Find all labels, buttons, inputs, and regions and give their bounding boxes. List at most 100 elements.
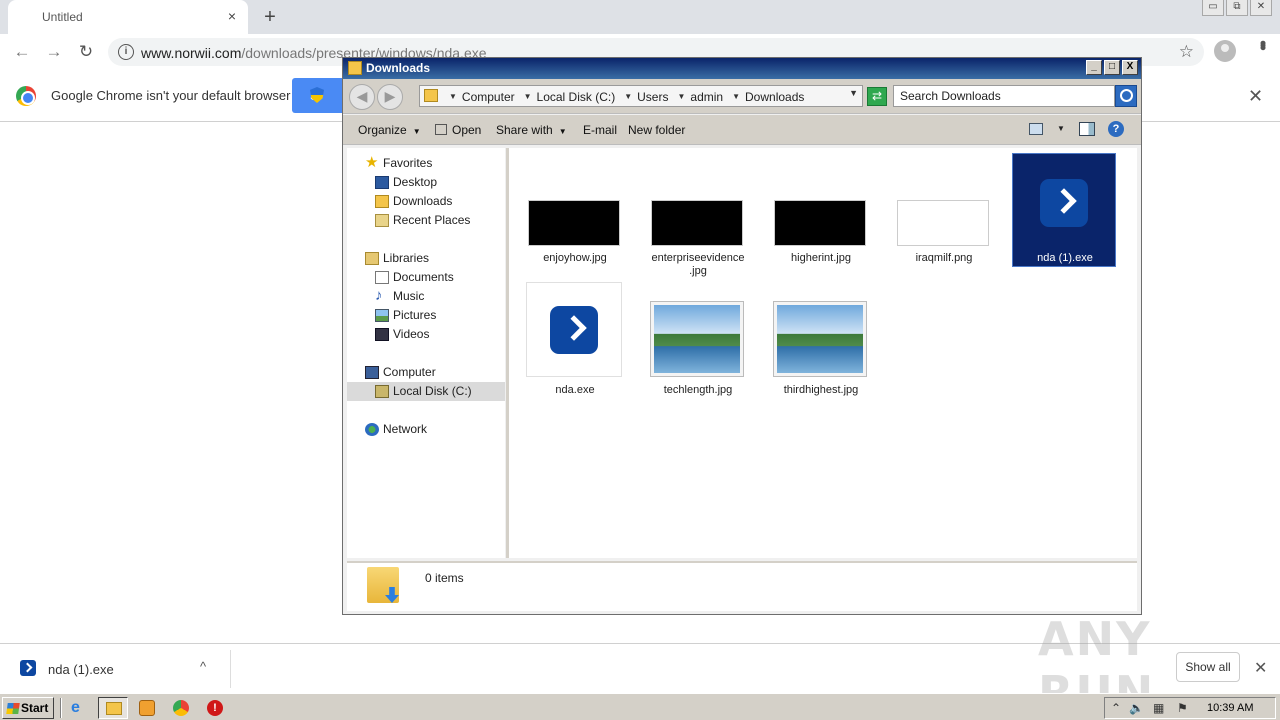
clock[interactable]: 10:39 AM — [1207, 702, 1253, 714]
nav-network[interactable]: Network — [347, 420, 505, 439]
search-icon[interactable] — [1115, 85, 1137, 107]
start-button[interactable]: Start — [2, 697, 54, 719]
email-button[interactable]: E-mail — [583, 123, 617, 137]
explorer-window-buttons: _ □ X — [1086, 60, 1138, 75]
pictures-icon — [375, 309, 389, 322]
explorer-forward-icon[interactable]: ▶ — [377, 84, 403, 110]
site-info-icon[interactable]: i — [118, 44, 134, 60]
file-item[interactable]: iraqmilf.png — [892, 154, 996, 284]
item-count: 0 items — [425, 571, 464, 585]
taskbar-media-player[interactable] — [132, 697, 162, 719]
back-arrow-icon[interactable]: ← — [10, 40, 34, 64]
desktop-icon — [375, 176, 389, 189]
file-item[interactable]: nda.exe — [523, 282, 627, 412]
nav-documents[interactable]: Documents — [347, 268, 505, 287]
open-button[interactable]: Open — [435, 123, 481, 137]
nav-favorites[interactable]: ★ Favorites — [347, 154, 505, 173]
tab-strip: Untitled × + ▭ ⧉ ✕ — [0, 0, 1280, 34]
explorer-title-bar[interactable]: Downloads _ □ X — [343, 58, 1141, 79]
view-dropdown-icon[interactable]: ▼ — [1057, 124, 1065, 133]
change-view-icon[interactable] — [1029, 123, 1043, 135]
file-name-line-1: enterpriseevidence — [651, 252, 745, 264]
breadcrumb-arrow-icon[interactable]: ▼ — [727, 90, 745, 104]
address-history-dropdown-icon[interactable]: ▼ — [849, 88, 858, 98]
chrome-menu-icon[interactable]: ••• — [1252, 40, 1273, 47]
divider — [230, 650, 231, 688]
explorer-close-button[interactable]: X — [1122, 60, 1138, 75]
nav-videos[interactable]: Videos — [347, 325, 505, 344]
app-chevron-icon — [1040, 179, 1088, 227]
breadcrumb-arrow-icon[interactable]: ▼ — [519, 90, 537, 104]
nav-desktop[interactable]: Desktop — [347, 173, 505, 192]
breadcrumb-users[interactable]: Users — [637, 90, 672, 104]
minimize-button[interactable]: ▭ — [1202, 0, 1224, 16]
nav-recent-places[interactable]: Recent Places — [347, 211, 505, 230]
new-folder-button[interactable]: New folder — [628, 123, 685, 137]
forward-arrow-icon[interactable]: → — [42, 40, 66, 64]
download-file-name[interactable]: nda (1).exe — [48, 662, 114, 677]
file-item[interactable]: thirdhighest.jpg — [769, 282, 873, 412]
explorer-address-bar[interactable]: ▼ Computer ▼ Local Disk (C:) ▼ Users ▼ a… — [419, 85, 863, 107]
reload-icon[interactable]: ↻ — [74, 40, 98, 64]
tab-title: Untitled — [42, 10, 83, 24]
browser-tab[interactable]: Untitled × — [8, 0, 248, 34]
nav-videos-label: Videos — [393, 327, 430, 341]
navigation-pane: ★ Favorites Desktop Downloads Recent Pla… — [347, 148, 505, 558]
libraries-icon — [365, 252, 379, 265]
explorer-back-icon[interactable]: ◀ — [349, 84, 375, 110]
preview-pane-icon[interactable] — [1079, 122, 1095, 136]
breadcrumb-computer[interactable]: Computer — [462, 90, 519, 104]
taskbar: Start e ! ⌃ 🔈 ▦ ⚑ 10:39 AM — [0, 693, 1280, 720]
image-thumbnail — [897, 200, 989, 246]
nav-computer[interactable]: Computer — [347, 363, 505, 382]
app-chevron-icon — [550, 306, 598, 354]
network-tray-icon[interactable]: ▦ — [1153, 701, 1164, 715]
breadcrumb-admin[interactable]: admin — [690, 90, 727, 104]
bookmark-star-icon[interactable]: ☆ — [1179, 42, 1194, 62]
share-with-button[interactable]: Share with ▼ — [496, 123, 567, 137]
breadcrumb-arrow-icon[interactable]: ▼ — [619, 90, 637, 104]
folder-icon — [348, 61, 362, 75]
action-center-flag-icon[interactable]: ⚑ — [1177, 701, 1188, 715]
file-item-selected[interactable]: nda (1).exe — [1012, 153, 1116, 267]
close-window-button[interactable]: ✕ — [1250, 0, 1272, 16]
file-item[interactable]: enterpriseevidence .jpg — [646, 154, 750, 284]
file-item[interactable]: higherint.jpg — [769, 154, 873, 284]
refresh-icon[interactable]: ⇄ — [867, 87, 887, 106]
taskbar-chrome[interactable] — [166, 697, 196, 719]
close-infobar-icon[interactable]: ✕ — [1248, 86, 1263, 107]
explorer-maximize-button[interactable]: □ — [1104, 60, 1120, 75]
restore-button[interactable]: ⧉ — [1226, 0, 1248, 16]
file-name: higherint.jpg — [791, 252, 851, 264]
search-input[interactable]: Search Downloads — [893, 85, 1115, 107]
volume-icon[interactable]: 🔈 — [1129, 701, 1144, 715]
chrome-icon — [173, 700, 189, 716]
taskbar-explorer[interactable] — [98, 697, 128, 719]
file-name: nda (1).exe — [1037, 252, 1093, 264]
breadcrumb-arrow-icon[interactable]: ▼ — [672, 90, 690, 104]
nav-libraries-label: Libraries — [383, 251, 430, 265]
new-tab-button[interactable]: + — [258, 5, 282, 29]
help-icon[interactable]: ? — [1108, 121, 1124, 137]
system-tray: ⌃ 🔈 ▦ ⚑ 10:39 AM — [1104, 697, 1276, 719]
taskbar-ie[interactable]: e — [64, 697, 94, 719]
window-controls: ▭ ⧉ ✕ — [1202, 0, 1272, 16]
nav-local-disk[interactable]: Local Disk (C:) — [347, 382, 505, 401]
show-hidden-icons-icon[interactable]: ⌃ — [1111, 701, 1121, 715]
breadcrumb-arrow-icon[interactable]: ▼ — [444, 90, 462, 104]
nav-music[interactable]: ♪ Music — [347, 287, 505, 306]
profile-avatar-icon[interactable] — [1214, 40, 1236, 62]
nav-libraries[interactable]: Libraries — [347, 249, 505, 268]
breadcrumb-downloads[interactable]: Downloads — [745, 90, 808, 104]
breadcrumb-local-disk[interactable]: Local Disk (C:) — [537, 90, 620, 104]
explorer-minimize-button[interactable]: _ — [1086, 60, 1102, 75]
taskbar-security[interactable]: ! — [200, 697, 230, 719]
nav-downloads[interactable]: Downloads — [347, 192, 505, 211]
organize-button[interactable]: Organize ▼ — [358, 123, 421, 137]
file-list: enjoyhow.jpg enterpriseevidence .jpg hig… — [506, 148, 1137, 558]
nav-pictures[interactable]: Pictures — [347, 306, 505, 325]
file-item[interactable]: techlength.jpg — [646, 282, 750, 412]
file-item[interactable]: enjoyhow.jpg — [523, 154, 627, 284]
chevron-up-icon[interactable]: ^ — [200, 659, 206, 674]
close-tab-icon[interactable]: × — [224, 8, 240, 24]
